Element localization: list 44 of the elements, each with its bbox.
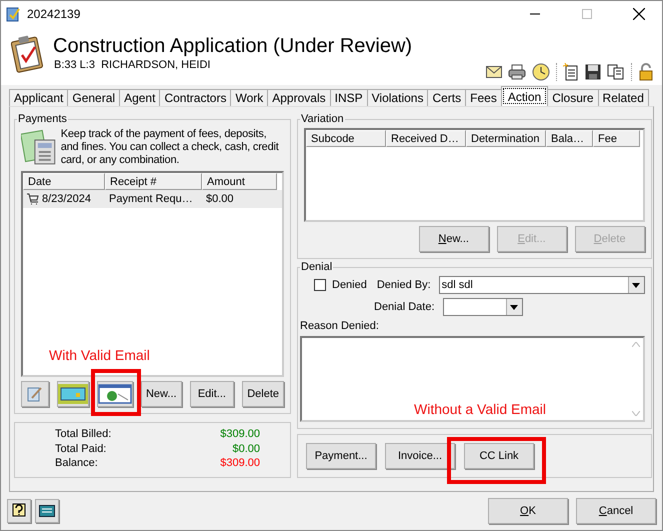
annotation-text: With Valid Email	[49, 347, 150, 363]
total-label: Total Billed:	[55, 428, 112, 442]
dialog-button[interactable]: Cancel	[576, 498, 656, 524]
dialog-button[interactable]: OK	[488, 498, 568, 524]
field-label: Reason Denied:	[300, 320, 380, 332]
table-cell: $0.00	[206, 193, 234, 205]
total-label: Total Paid:	[55, 442, 108, 457]
column-header[interactable]: Subcode	[306, 130, 386, 147]
payments-description: Keep track of the payment of fees, deposits, and fines. You can collect a check, cash, credit card, or any combination.	[60, 128, 280, 167]
column-header[interactable]: Fee	[593, 130, 640, 147]
field-label: Denied By:	[376, 279, 431, 291]
denied-by-dropdown[interactable]: sdl sdl	[438, 276, 645, 294]
group-title: Payments	[17, 113, 68, 126]
tab[interactable]: Applicant	[9, 89, 68, 106]
tab[interactable]: Action	[500, 86, 548, 106]
billing-action-button[interactable]: CC Link	[464, 443, 534, 469]
tab[interactable]: Related	[598, 89, 649, 106]
column-header[interactable]: Amount	[202, 173, 277, 190]
applicant-subtitle: B:33 L:3 RICHARDSON, HEIDI	[53, 59, 212, 71]
payment-action-button[interactable]: Delete	[242, 381, 284, 407]
annotation-text: Without a Valid Email	[414, 401, 546, 417]
column-header[interactable]: Receipt #	[105, 173, 202, 190]
billing-action-button[interactable]: Payment...	[306, 443, 376, 469]
column-header[interactable]: Date	[23, 173, 105, 190]
application-title: Construction Application (Under Review)	[53, 34, 414, 59]
total-value: $0.00	[231, 442, 260, 457]
table-cell: 8/23/2024	[42, 193, 91, 205]
variation-button[interactable]: New...	[418, 226, 489, 252]
tab[interactable]: Approvals	[267, 89, 331, 106]
payment-row[interactable]: 8/23/2024 Payment Requ… $0.00	[23, 190, 282, 208]
total-label: Balance:	[55, 457, 99, 472]
tab[interactable]: Agent	[119, 89, 160, 106]
field-label: Denial Date:	[374, 301, 435, 313]
window-title: 20242139	[27, 7, 82, 21]
total-value: $309.00	[220, 457, 260, 472]
payment-action-button[interactable]: Edit...	[190, 381, 234, 407]
payment-action-button[interactable]: New...	[140, 381, 182, 407]
column-header[interactable]: Received D…	[386, 130, 466, 147]
billing-action-button[interactable]: Invoice...	[385, 443, 455, 469]
column-header[interactable]: Determination	[466, 130, 546, 147]
total-value: $309.00	[220, 428, 260, 442]
checkbox-label: Denied	[332, 279, 367, 291]
column-header[interactable]: Bala…	[546, 130, 593, 147]
table-cell: Payment Requ…	[109, 193, 193, 205]
